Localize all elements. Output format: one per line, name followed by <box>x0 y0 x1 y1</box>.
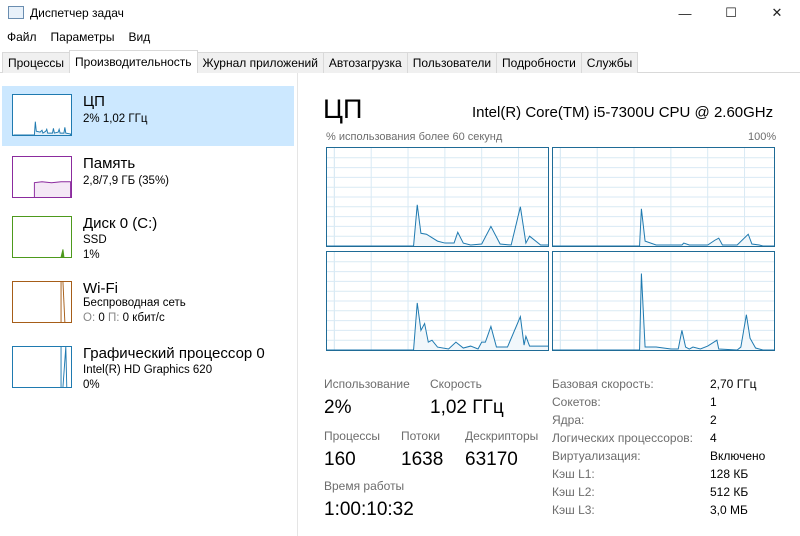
sidebar-item-cpu[interactable]: ЦП 2% 1,02 ГГц <box>2 86 294 146</box>
tab-details[interactable]: Подробности <box>496 52 582 73</box>
cpu-usage-area <box>327 204 548 246</box>
handles-label: Дескрипторы <box>465 429 539 443</box>
tab-processes[interactable]: Процессы <box>2 52 71 73</box>
gpu-mini-graph <box>12 346 72 388</box>
page-title: ЦП <box>323 94 363 124</box>
maximize-button[interactable]: ☐ <box>708 0 754 26</box>
speed-value: 1,02 ГГц <box>430 397 504 418</box>
menu-file[interactable]: Файл <box>0 27 44 47</box>
l3-cache-label: Кэш L3: <box>552 503 595 517</box>
tab-startup[interactable]: Автозагрузка <box>322 52 408 73</box>
cpu-usage-area <box>327 302 548 350</box>
sidebar-item-gpu[interactable]: Графический процессор 0 Intel(R) HD Grap… <box>2 338 294 398</box>
core-graph-0 <box>326 147 549 247</box>
sidebar-disk-title: Диск 0 (C:) <box>83 215 158 232</box>
uptime-value: 1:00:10:32 <box>324 499 414 520</box>
speed-label: Скорость <box>430 377 482 391</box>
sidebar-item-disk[interactable]: Диск 0 (C:) SSD 1% <box>2 208 294 268</box>
virtualization-label: Виртуализация: <box>552 449 641 463</box>
tab-services[interactable]: Службы <box>580 52 639 73</box>
sockets-label: Сокетов: <box>552 395 601 409</box>
tab-bar: Процессы Производительность Журнал прило… <box>0 50 800 73</box>
sidebar-cpu-usage: 2% 1,02 ГГц <box>83 113 148 125</box>
sidebar-wifi-throughput: О: 0 П: 0 кбит/с <box>83 312 165 324</box>
sidebar-wifi-type: Беспроводная сеть <box>83 297 186 309</box>
cpu-model-name: Intel(R) Core(TM) i5-7300U CPU @ 2.60GHz <box>472 104 774 121</box>
l1-cache-label: Кэш L1: <box>552 467 595 481</box>
disk-mini-graph <box>12 216 72 258</box>
close-button[interactable]: ✕ <box>754 0 800 26</box>
resource-sidebar: ЦП 2% 1,02 ГГц Память 2,8/7,9 ГБ (35%) Д… <box>0 73 298 536</box>
cores-value: 2 <box>710 413 717 427</box>
core-graph-3 <box>552 251 775 351</box>
threads-label: Потоки <box>401 429 441 443</box>
uptime-label: Время работы <box>324 479 405 493</box>
cpu-usage-area <box>553 208 774 246</box>
receive-label: П: <box>107 312 120 324</box>
cpu-usage-line <box>553 208 774 246</box>
l2-cache-value: 512 КБ <box>710 485 749 499</box>
sockets-value: 1 <box>710 395 717 409</box>
sidebar-disk-type: SSD <box>83 234 107 246</box>
cpu-usage-area <box>553 273 774 350</box>
graph-max-label: 100% <box>748 131 777 143</box>
sidebar-cpu-title: ЦП <box>83 93 105 110</box>
sidebar-wifi-title: Wi-Fi <box>83 280 118 297</box>
sidebar-item-wifi[interactable]: Wi-Fi Беспроводная сеть О: 0 П: 0 кбит/с <box>2 273 294 333</box>
tab-performance[interactable]: Производительность <box>69 50 198 73</box>
wifi-mini-graph <box>12 281 72 323</box>
receive-value: 0 кбит/с <box>122 312 165 324</box>
task-manager-icon <box>8 6 24 19</box>
l1-cache-value: 128 КБ <box>710 467 749 481</box>
base-speed-value: 2,70 ГГц <box>710 377 757 391</box>
minimize-button[interactable]: — <box>662 0 708 26</box>
core-graph-1 <box>552 147 775 247</box>
sidebar-gpu-usage: 0% <box>83 379 100 391</box>
sidebar-gpu-title: Графический процессор 0 <box>83 345 265 362</box>
l3-cache-value: 3,0 МБ <box>710 503 748 517</box>
usage-label: Использование <box>324 377 410 391</box>
logical-processors-value: 4 <box>710 431 717 445</box>
processes-label: Процессы <box>324 429 381 443</box>
menu-view[interactable]: Вид <box>121 27 157 47</box>
logical-processors-label: Логических процессоров: <box>552 431 693 445</box>
processes-value: 160 <box>324 449 356 470</box>
memory-mini-graph <box>12 156 72 198</box>
title-bar: Диспетчер задач — ☐ ✕ <box>0 0 800 26</box>
l2-cache-label: Кэш L2: <box>552 485 595 499</box>
core-graph-2 <box>326 251 549 351</box>
sidebar-memory-usage: 2,8/7,9 ГБ (35%) <box>83 175 170 187</box>
virtualization-value: Включено <box>710 449 766 463</box>
handles-value: 63170 <box>465 449 518 470</box>
send-value: 0 <box>98 312 105 324</box>
window-title: Диспетчер задач <box>30 6 124 20</box>
sidebar-item-memory[interactable]: Память 2,8/7,9 ГБ (35%) <box>2 148 294 208</box>
cpu-usage-line <box>553 273 774 350</box>
threads-value: 1638 <box>401 449 444 470</box>
tab-users[interactable]: Пользователи <box>406 52 498 73</box>
sidebar-gpu-model: Intel(R) HD Graphics 620 <box>83 364 213 376</box>
sidebar-memory-title: Память <box>83 155 136 172</box>
tab-app-history[interactable]: Журнал приложений <box>196 52 324 73</box>
graph-label: % использования более 60 секунд <box>326 131 503 143</box>
send-label: О: <box>83 312 96 324</box>
usage-value: 2% <box>324 397 352 418</box>
cores-label: Ядра: <box>552 413 585 427</box>
menu-bar: Файл Параметры Вид <box>0 27 157 47</box>
sidebar-disk-usage: 1% <box>83 249 100 261</box>
menu-options[interactable]: Параметры <box>44 27 122 47</box>
cpu-mini-graph <box>12 94 72 136</box>
base-speed-label: Базовая скорость: <box>552 377 654 391</box>
